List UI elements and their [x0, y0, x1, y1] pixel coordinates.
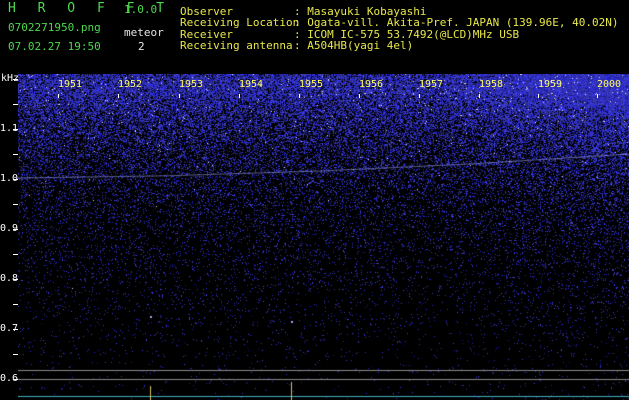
time-tick	[538, 94, 539, 98]
y-tick	[13, 304, 18, 305]
time-label: 1954	[239, 79, 264, 90]
time-tick	[299, 94, 300, 98]
y-tick	[13, 104, 18, 105]
time-label: 1958	[479, 79, 504, 90]
y-tick	[13, 154, 18, 155]
time-tick	[239, 94, 240, 98]
spectrogram-canvas	[18, 74, 629, 400]
meteor-label: meteor	[124, 26, 164, 39]
app-version: 1.0.0	[124, 3, 158, 16]
time-tick	[359, 94, 360, 98]
time-label: 1957	[419, 79, 444, 90]
info-header: H R O F F T 1.0.0 0702271950.png 07.02.2…	[0, 0, 629, 74]
y-tick	[13, 229, 18, 230]
time-label: 1959	[538, 79, 563, 90]
y-tick	[13, 79, 18, 80]
y-tick	[13, 204, 18, 205]
y-tick	[13, 329, 18, 330]
y-tick	[13, 129, 18, 130]
field-label-antenna: Receiving antenna	[180, 39, 293, 52]
date-time: 07.02.27 19:50	[8, 40, 101, 53]
time-label: 2000	[597, 79, 622, 90]
file-name: 0702271950.png	[8, 21, 101, 34]
time-label: 1955	[299, 79, 324, 90]
time-label: 1956	[359, 79, 384, 90]
time-label: 1952	[118, 79, 143, 90]
time-tick	[597, 94, 598, 98]
y-tick	[13, 354, 18, 355]
y-tick	[13, 279, 18, 280]
time-label: 1951	[58, 79, 83, 90]
y-tick	[13, 179, 18, 180]
time-tick	[118, 94, 119, 98]
time-tick	[419, 94, 420, 98]
y-tick	[13, 254, 18, 255]
y-tick	[13, 379, 18, 380]
field-value-antenna: : A504HB(yagi 4el)	[294, 39, 414, 52]
meteor-count: 2	[138, 40, 145, 53]
spectrogram[interactable]	[18, 74, 629, 400]
time-tick	[58, 94, 59, 98]
time-label: 1953	[179, 79, 204, 90]
time-tick	[479, 94, 480, 98]
time-tick	[179, 94, 180, 98]
